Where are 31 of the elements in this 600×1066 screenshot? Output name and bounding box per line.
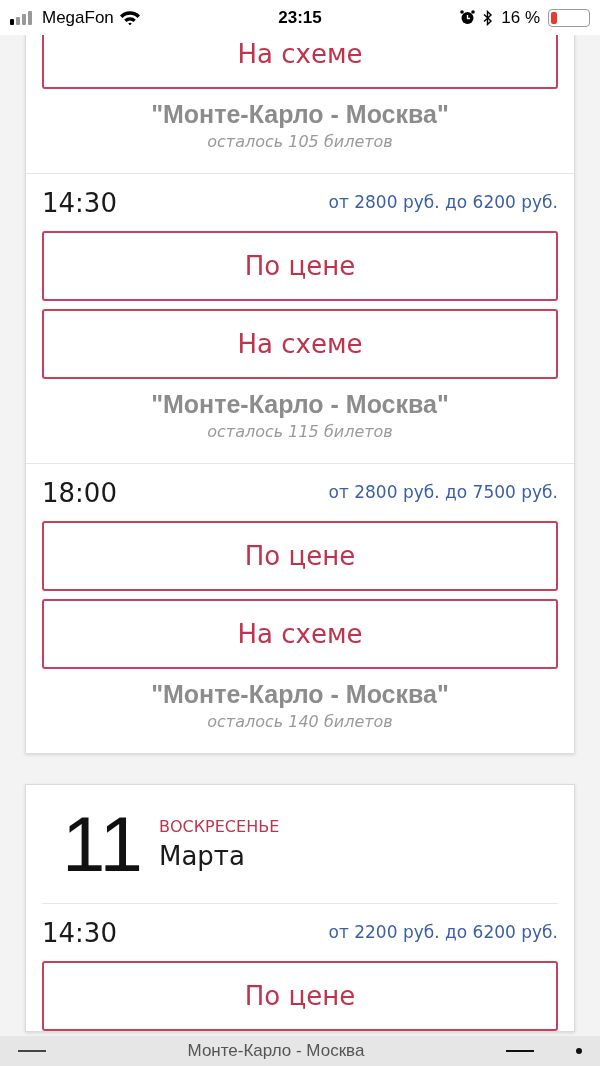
battery-percent: 16 % bbox=[501, 6, 540, 29]
bluetooth-icon bbox=[483, 9, 494, 26]
show-title: "Монте-Карло - Москва" bbox=[151, 99, 449, 129]
wifi-icon bbox=[119, 10, 140, 25]
ticket-button[interactable]: На схеме bbox=[42, 599, 558, 669]
clock-time: 23:15 bbox=[278, 6, 322, 29]
ticket-button[interactable]: По цене bbox=[42, 521, 558, 591]
ticket-button[interactable]: По цене bbox=[42, 231, 558, 301]
dash-icon[interactable] bbox=[506, 1050, 534, 1052]
ticket-button[interactable]: На схеме bbox=[42, 309, 558, 379]
date-day: 11 bbox=[62, 805, 143, 883]
page-title: Монте-Карло - Москва bbox=[186, 1040, 366, 1063]
price-range: от 2800 руб. до 7500 руб. bbox=[328, 480, 558, 504]
tickets-remaining: осталось 115 билетов bbox=[207, 421, 393, 443]
price-range: от 2200 руб. до 6200 руб. bbox=[328, 920, 558, 944]
show-title: "Монте-Карло - Москва" bbox=[151, 679, 449, 709]
price-range: от 2800 руб. до 6200 руб. bbox=[328, 190, 558, 214]
battery-icon bbox=[548, 8, 590, 27]
ticket-button[interactable]: По цене bbox=[42, 961, 558, 1031]
tickets-remaining: осталось 140 билетов bbox=[207, 711, 393, 733]
alarm-icon bbox=[460, 10, 476, 25]
session-time: 14:30 bbox=[42, 916, 117, 950]
tickets-remaining: осталось 105 билетов bbox=[207, 131, 393, 153]
weekday: ВОСКРЕСЕНЬЕ bbox=[159, 816, 280, 838]
show-title: "Монте-Карло - Москва" bbox=[151, 389, 449, 419]
session-time: 18:00 bbox=[42, 476, 117, 510]
dash-icon[interactable] bbox=[18, 1050, 46, 1052]
month-name: Марта bbox=[159, 840, 246, 873]
carrier-name: MegaFon bbox=[42, 6, 114, 29]
ticket-button[interactable]: На схеме bbox=[42, 35, 558, 89]
session-time: 14:30 bbox=[42, 186, 117, 220]
